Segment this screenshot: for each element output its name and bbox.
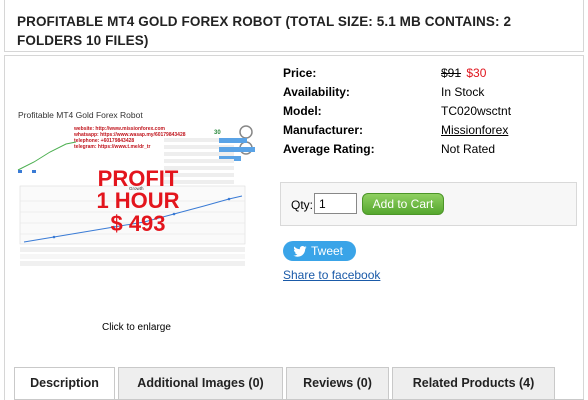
price-value: $91 $30 <box>441 66 486 80</box>
product-title: PROFITABLE MT4 GOLD FOREX ROBOT (TOTAL S… <box>17 14 512 48</box>
model-label: Model: <box>283 104 322 118</box>
rating-value: Not Rated <box>441 142 496 156</box>
model-row: Model: TC020wsctnt <box>283 104 543 120</box>
old-price: $91 <box>441 66 462 80</box>
overlay-line-2: 1 HOUR <box>96 188 179 213</box>
price-row: Price: $91 $30 <box>283 66 543 82</box>
add-to-cart-panel: Qty: Add to Cart <box>280 182 577 226</box>
new-price: $30 <box>466 66 487 80</box>
rating-row: Average Rating: Not Rated <box>283 142 543 158</box>
tab-reviews[interactable]: Reviews (0) <box>286 367 389 400</box>
availability-value: In Stock <box>441 85 485 99</box>
availability-row: Availability: In Stock <box>283 85 543 101</box>
price-label: Price: <box>283 66 317 80</box>
manufacturer-label: Manufacturer: <box>283 123 364 137</box>
add-to-cart-button[interactable]: Add to Cart <box>362 193 444 215</box>
tab-related-products[interactable]: Related Products (4) <box>392 367 555 400</box>
availability-label: Availability: <box>283 85 350 99</box>
twitter-bird-icon <box>293 246 307 257</box>
rating-label: Average Rating: <box>283 142 375 156</box>
tweet-label: Tweet <box>311 244 344 258</box>
tab-additional-images[interactable]: Additional Images (0) <box>118 367 283 400</box>
overlay-line-3: $ 493 <box>110 211 165 236</box>
tweet-button[interactable]: Tweet <box>283 241 356 261</box>
image-stat-value: 30 <box>214 130 221 136</box>
product-image-graphic: Profitable MT4 Gold Forex Robot website:… <box>14 104 259 274</box>
share-to-facebook-link[interactable]: Share to facebook <box>283 268 380 282</box>
model-value: TC020wsctnt <box>441 104 512 118</box>
product-image[interactable]: Profitable MT4 Gold Forex Robot website:… <box>14 104 259 274</box>
product-title-box: PROFITABLE MT4 GOLD FOREX ROBOT (TOTAL S… <box>4 0 584 52</box>
qty-label: Qty: <box>291 198 314 212</box>
click-to-enlarge-link[interactable]: Click to enlarge <box>102 322 171 333</box>
image-contact-line-4: telegram: https://www.t.me/dr_tr <box>74 144 151 150</box>
manufacturer-link[interactable]: Missionforex <box>441 123 508 137</box>
quantity-input[interactable] <box>314 193 357 214</box>
manufacturer-row: Manufacturer: Missionforex <box>283 123 543 139</box>
tab-description[interactable]: Description <box>14 367 115 400</box>
image-heading: Profitable MT4 Gold Forex Robot <box>18 110 143 120</box>
